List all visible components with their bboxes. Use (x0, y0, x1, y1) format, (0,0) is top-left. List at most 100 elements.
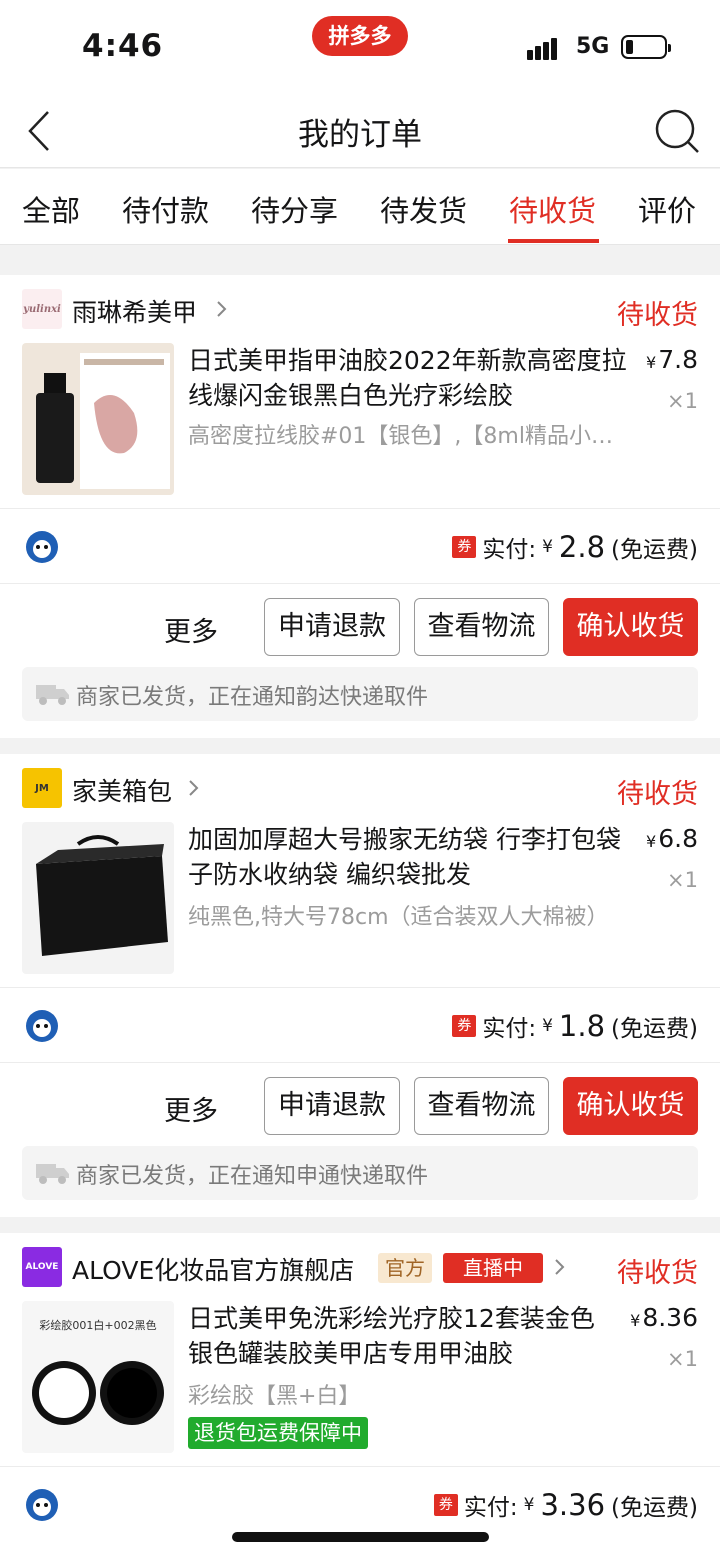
order-card[interactable]: yulinxi 雨琳希美甲 待收货 日式美甲指甲油胶2022年新款高密度拉线爆闪… (0, 275, 720, 738)
search-icon (655, 109, 699, 153)
apply-refund-button[interactable]: 申请退款 (264, 1077, 400, 1135)
currency-symbol: ¥ (542, 1016, 553, 1036)
battery-icon (621, 35, 671, 59)
price-value: 8.36 (642, 1303, 698, 1332)
tab-pending-payment[interactable]: 待付款 (122, 188, 209, 230)
product-quantity: ×1 (667, 1347, 698, 1371)
paid-label: 实付: (482, 537, 537, 563)
view-logistics-button[interactable]: 查看物流 (414, 1077, 549, 1135)
shipping-note: (免运费) (611, 537, 698, 563)
logistics-text: 商家已发货，正在通知申通快递取件 (76, 1164, 429, 1189)
shop-row[interactable]: yulinxi 雨琳希美甲 待收货 (0, 289, 720, 331)
truck-icon (36, 685, 69, 705)
app-badge: 拼多多 (312, 16, 408, 56)
signal-icon (527, 36, 565, 60)
product-title[interactable]: 日式美甲指甲油胶2022年新款高密度拉线爆闪金银黑白色光疗彩绘胶 (188, 343, 636, 413)
paid-amount: 2.8 (558, 530, 606, 564)
shop-row[interactable]: ALOVE ALOVE化妆品官方旗舰店 官方 直播中 待收货 (0, 1247, 720, 1289)
mascot-icon (26, 1010, 58, 1042)
logistics-notice[interactable]: 商家已发货，正在通知申通快递取件 (22, 1146, 698, 1200)
paid-amount: 1.8 (558, 1009, 606, 1043)
tab-pending-share[interactable]: 待分享 (251, 188, 338, 230)
order-status: 待收货 (617, 300, 698, 331)
shop-logo: JM (22, 768, 62, 808)
order-card[interactable]: JM 家美箱包 待收货 加固加厚超大号搬家无纺袋 行李打包袋子防水收纳袋 编织袋… (0, 754, 720, 1217)
divider (0, 1062, 720, 1063)
more-button[interactable]: 更多 (164, 1089, 218, 1128)
active-tab-indicator (508, 239, 599, 243)
official-badge: 官方 (378, 1253, 432, 1283)
order-status: 待收货 (617, 1258, 698, 1289)
payment-summary: 券 实付: ¥ 2.8 (免运费) (452, 527, 698, 567)
chevron-right-icon (217, 301, 227, 317)
price-value: 6.8 (658, 824, 698, 853)
product-title[interactable]: 日式美甲免洗彩绘光疗胶12套装金色银色罐装胶美甲店专用甲油胶 (188, 1301, 608, 1371)
confirm-receipt-button[interactable]: 确认收货 (563, 598, 698, 656)
divider (0, 583, 720, 584)
price-value: 7.8 (658, 345, 698, 374)
page-title: 我的订单 (298, 117, 422, 153)
return-shipping-guarantee-badge: 退货包运费保障中 (188, 1417, 368, 1449)
mascot-icon (26, 531, 58, 563)
chevron-right-icon (189, 780, 199, 796)
home-indicator[interactable] (232, 1532, 489, 1542)
view-logistics-button[interactable]: 查看物流 (414, 598, 549, 656)
chevron-right-icon (555, 1259, 565, 1275)
coupon-icon: 券 (452, 536, 477, 558)
product-quantity: ×1 (667, 868, 698, 892)
shipping-note: (免运费) (611, 1016, 698, 1042)
shop-logo: yulinxi (22, 289, 62, 329)
truck-icon (36, 1164, 69, 1184)
status-bar: 4:46 拼多多 5G (0, 0, 720, 92)
paid-label: 实付: (463, 1495, 518, 1521)
payment-summary: 券 实付: ¥ 3.36 (免运费) (433, 1485, 698, 1525)
order-card[interactable]: ALOVE ALOVE化妆品官方旗舰店 官方 直播中 待收货 彩绘胶001白+0… (0, 1233, 720, 1558)
coupon-icon: 券 (433, 1494, 458, 1516)
shipping-note: (免运费) (611, 1495, 698, 1521)
product-image[interactable] (22, 343, 174, 495)
payment-summary: 券 实付: ¥ 1.8 (免运费) (452, 1006, 698, 1046)
currency-symbol: ¥ (646, 832, 657, 851)
currency-symbol: ¥ (523, 1495, 535, 1515)
nav-bar: 我的订单 (0, 92, 720, 168)
currency-symbol: ¥ (630, 1311, 641, 1330)
order-status: 待收货 (617, 779, 698, 810)
shop-name: 雨琳希美甲 (72, 298, 198, 327)
more-button[interactable]: 更多 (164, 610, 218, 649)
product-spec: 纯黑色,特大号78cm（适合装双人大棉被） (188, 905, 609, 930)
coupon-icon: 券 (452, 1015, 477, 1037)
product-price: ¥6.8 (646, 824, 698, 853)
tab-review[interactable]: 评价 (638, 188, 696, 230)
order-tabs: 全部 待付款 待分享 待发货 待收货 评价 (0, 169, 720, 245)
tab-all[interactable]: 全部 (22, 188, 80, 230)
confirm-receipt-button[interactable]: 确认收货 (563, 1077, 698, 1135)
status-time: 4:46 (82, 28, 164, 64)
search-button[interactable] (650, 104, 704, 158)
shop-name: ALOVE化妆品官方旗舰店 (72, 1256, 355, 1285)
paid-label: 实付: (482, 1016, 537, 1042)
product-image[interactable] (22, 822, 174, 974)
divider (0, 987, 720, 988)
mascot-icon (26, 1489, 58, 1521)
network-type: 5G (576, 34, 610, 59)
product-title[interactable]: 加固加厚超大号搬家无纺袋 行李打包袋子防水收纳袋 编织袋批发 (188, 822, 636, 892)
tab-pending-shipment[interactable]: 待发货 (380, 188, 467, 230)
tab-pending-receipt[interactable]: 待收货 (509, 188, 596, 230)
paid-amount: 3.36 (540, 1488, 606, 1522)
divider (0, 1466, 720, 1467)
shop-row[interactable]: JM 家美箱包 待收货 (0, 768, 720, 810)
shop-name: 家美箱包 (72, 777, 173, 806)
logistics-notice[interactable]: 商家已发货，正在通知韵达快递取件 (22, 667, 698, 721)
shop-logo: ALOVE (22, 1247, 62, 1287)
product-quantity: ×1 (667, 389, 698, 413)
product-spec: 高密度拉线胶#01【银色】,【8ml精品小… (188, 424, 613, 449)
apply-refund-button[interactable]: 申请退款 (264, 598, 400, 656)
live-badge[interactable]: 直播中 (443, 1253, 543, 1283)
product-spec: 彩绘胶【黑+白】 (188, 1384, 361, 1409)
currency-symbol: ¥ (646, 353, 657, 372)
product-price: ¥8.36 (630, 1303, 698, 1332)
product-image[interactable]: 彩绘胶001白+002黑色 (22, 1301, 174, 1453)
product-price: ¥7.8 (646, 345, 698, 374)
divider (0, 508, 720, 509)
logistics-text: 商家已发货，正在通知韵达快递取件 (76, 685, 429, 710)
